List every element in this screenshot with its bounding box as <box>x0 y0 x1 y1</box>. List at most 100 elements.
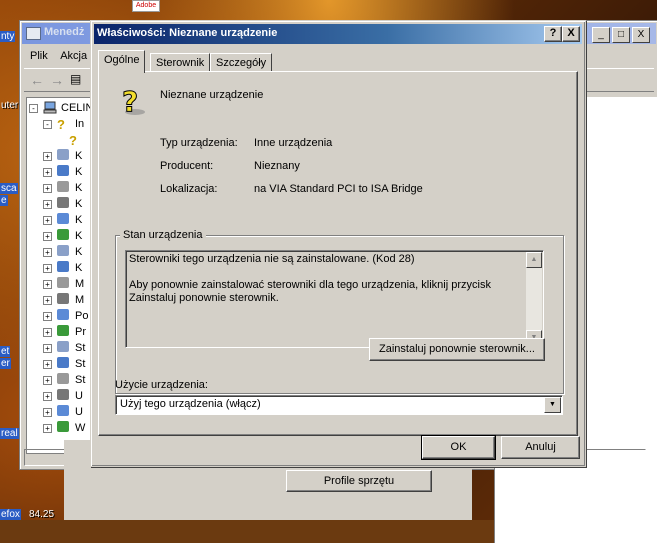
expand-icon[interactable]: + <box>43 200 52 209</box>
dropdown-arrow-icon[interactable]: ▼ <box>544 397 561 413</box>
device-category-icon <box>57 373 69 384</box>
desktop-icon-label[interactable]: sca <box>0 183 18 194</box>
expand-icon[interactable]: + <box>43 392 52 401</box>
manufacturer-label: Producent: <box>160 160 214 172</box>
expand-icon[interactable]: + <box>43 344 52 353</box>
tree-item-label: K <box>75 198 83 210</box>
tree-item-label: U <box>75 406 83 418</box>
desktop-icon-label[interactable]: et <box>0 346 11 357</box>
expand-icon[interactable]: + <box>43 168 52 177</box>
tree-item-label: St <box>75 374 86 386</box>
device-name: Nieznane urządzenie <box>160 89 264 101</box>
dialog-title: Właściwości: Nieznane urządzenie <box>97 27 278 39</box>
tree-item-label: St <box>75 358 86 370</box>
device-category-icon <box>57 293 69 304</box>
back-arrow-icon[interactable]: ← <box>30 72 44 88</box>
cancel-button[interactable]: Anuluj <box>501 436 580 459</box>
device-category-icon <box>57 181 69 192</box>
close-button[interactable]: X <box>562 26 580 42</box>
status-message: Sterowniki tego urządzenia nie są zainst… <box>129 253 415 265</box>
device-usage-label: Użycie urządzenia: <box>115 379 208 391</box>
device-category-icon <box>57 261 69 272</box>
status-scrollbar[interactable]: ▲ ▼ <box>526 252 542 346</box>
tree-item-label: St <box>75 342 86 354</box>
tree-item-label: K <box>75 166 83 178</box>
expand-icon[interactable]: + <box>43 216 52 225</box>
tree-item-label: K <box>75 182 83 194</box>
device-category-icon <box>57 277 69 288</box>
device-category-icon <box>57 197 69 208</box>
device-category-icon <box>57 245 69 256</box>
desktop-icon-label[interactable]: e <box>0 195 8 206</box>
tree-item-label: K <box>75 230 83 242</box>
ok-button[interactable]: OK <box>421 435 496 460</box>
tree-item-label: K <box>75 214 83 226</box>
unknown-device-icon: ? <box>69 133 77 148</box>
expand-icon[interactable]: + <box>43 360 52 369</box>
device-category-icon <box>57 309 69 320</box>
device-status-group-title: Stan urządzenia <box>120 229 206 241</box>
desktop-icon-label[interactable]: real <box>0 428 19 439</box>
expand-icon[interactable]: + <box>43 328 52 337</box>
menu-action[interactable]: Akcja <box>60 50 87 62</box>
tree-item-label: M <box>75 294 85 306</box>
expand-icon[interactable]: + <box>43 248 52 257</box>
location-label: Lokalizacja: <box>160 183 218 195</box>
minimize-button[interactable]: _ <box>592 27 610 43</box>
tree-item-label: M <box>75 278 85 290</box>
tree-item-label: Po <box>75 310 89 322</box>
device-manager-title: Menedż <box>44 26 85 38</box>
unknown-device-icon: ? <box>57 117 65 132</box>
expand-icon[interactable]: + <box>43 280 52 289</box>
maximize-button[interactable]: □ <box>612 27 630 43</box>
status-instructions: Aby ponownie zainstalować sterowniki dla… <box>129 279 491 304</box>
expand-icon[interactable]: + <box>43 376 52 385</box>
collapse-icon[interactable]: - <box>43 120 52 129</box>
expand-icon[interactable]: + <box>43 296 52 305</box>
device-category-icon <box>57 213 69 224</box>
forward-arrow-icon[interactable]: → <box>50 72 64 88</box>
desktop-icon-label[interactable]: nty <box>0 31 16 42</box>
desktop-icon-label[interactable]: uter <box>0 100 19 111</box>
computer-icon <box>43 101 57 114</box>
unknown-device-icon: ? <box>122 85 145 117</box>
tree-item-label: K <box>75 150 83 162</box>
tab-details[interactable]: Szczegóły <box>210 53 273 72</box>
device-usage-value: Użyj tego urządzenia (włącz) <box>120 398 261 410</box>
tab-general[interactable]: Ogólne <box>98 50 146 73</box>
device-usage-select[interactable]: Użyj tego urządzenia (włącz) ▼ <box>115 395 563 415</box>
close-button[interactable]: X <box>632 27 650 43</box>
desktop-icon-label[interactable]: er <box>0 358 11 369</box>
reinstall-driver-button[interactable]: Zainstaluj ponownie sterownik... <box>369 338 545 361</box>
device-type-label: Typ urządzenia: <box>160 137 238 149</box>
menu-file[interactable]: Plik <box>30 50 48 62</box>
device-category-icon <box>57 389 69 400</box>
scroll-up-arrow-icon[interactable]: ▲ <box>526 252 542 268</box>
expand-icon[interactable]: + <box>43 184 52 193</box>
help-button[interactable]: ? <box>544 26 562 42</box>
tree-item-label: Pr <box>75 326 86 338</box>
device-status-textbox[interactable]: Sterowniki tego urządzenia nie są zainst… <box>125 250 544 348</box>
expand-icon[interactable]: + <box>43 152 52 161</box>
device-tree[interactable]: - CELIN - ? In ? + K + K + K + K + K + K + K + K + M + M + Po… <box>26 97 98 454</box>
location-value: na VIA Standard PCI to ISA Bridge <box>254 183 423 195</box>
adobe-shortcut-icon[interactable]: Adobe <box>132 0 160 12</box>
hardware-profiles-button[interactable]: Profile sprzętu <box>286 470 432 492</box>
dialog-titlebar[interactable]: Właściwości: Nieznane urządzenie ? X <box>94 24 582 44</box>
properties-icon[interactable]: ▤ <box>70 72 81 86</box>
desktop-icon-label[interactable]: 84.25 <box>28 509 55 520</box>
collapse-icon[interactable]: - <box>29 104 38 113</box>
device-category-icon <box>57 165 69 176</box>
tree-item-label: U <box>75 390 83 402</box>
tab-driver[interactable]: Sterownik <box>150 53 211 72</box>
expand-icon[interactable]: + <box>43 312 52 321</box>
expand-icon[interactable]: + <box>43 424 52 433</box>
manufacturer-value: Nieznany <box>254 160 300 172</box>
expand-icon[interactable]: + <box>43 264 52 273</box>
tree-item-label: K <box>75 246 83 258</box>
device-category-icon <box>57 325 69 336</box>
expand-icon[interactable]: + <box>43 408 52 417</box>
expand-icon[interactable]: + <box>43 232 52 241</box>
device-category-icon <box>57 149 69 160</box>
desktop-icon-label[interactable]: efox <box>0 509 21 520</box>
